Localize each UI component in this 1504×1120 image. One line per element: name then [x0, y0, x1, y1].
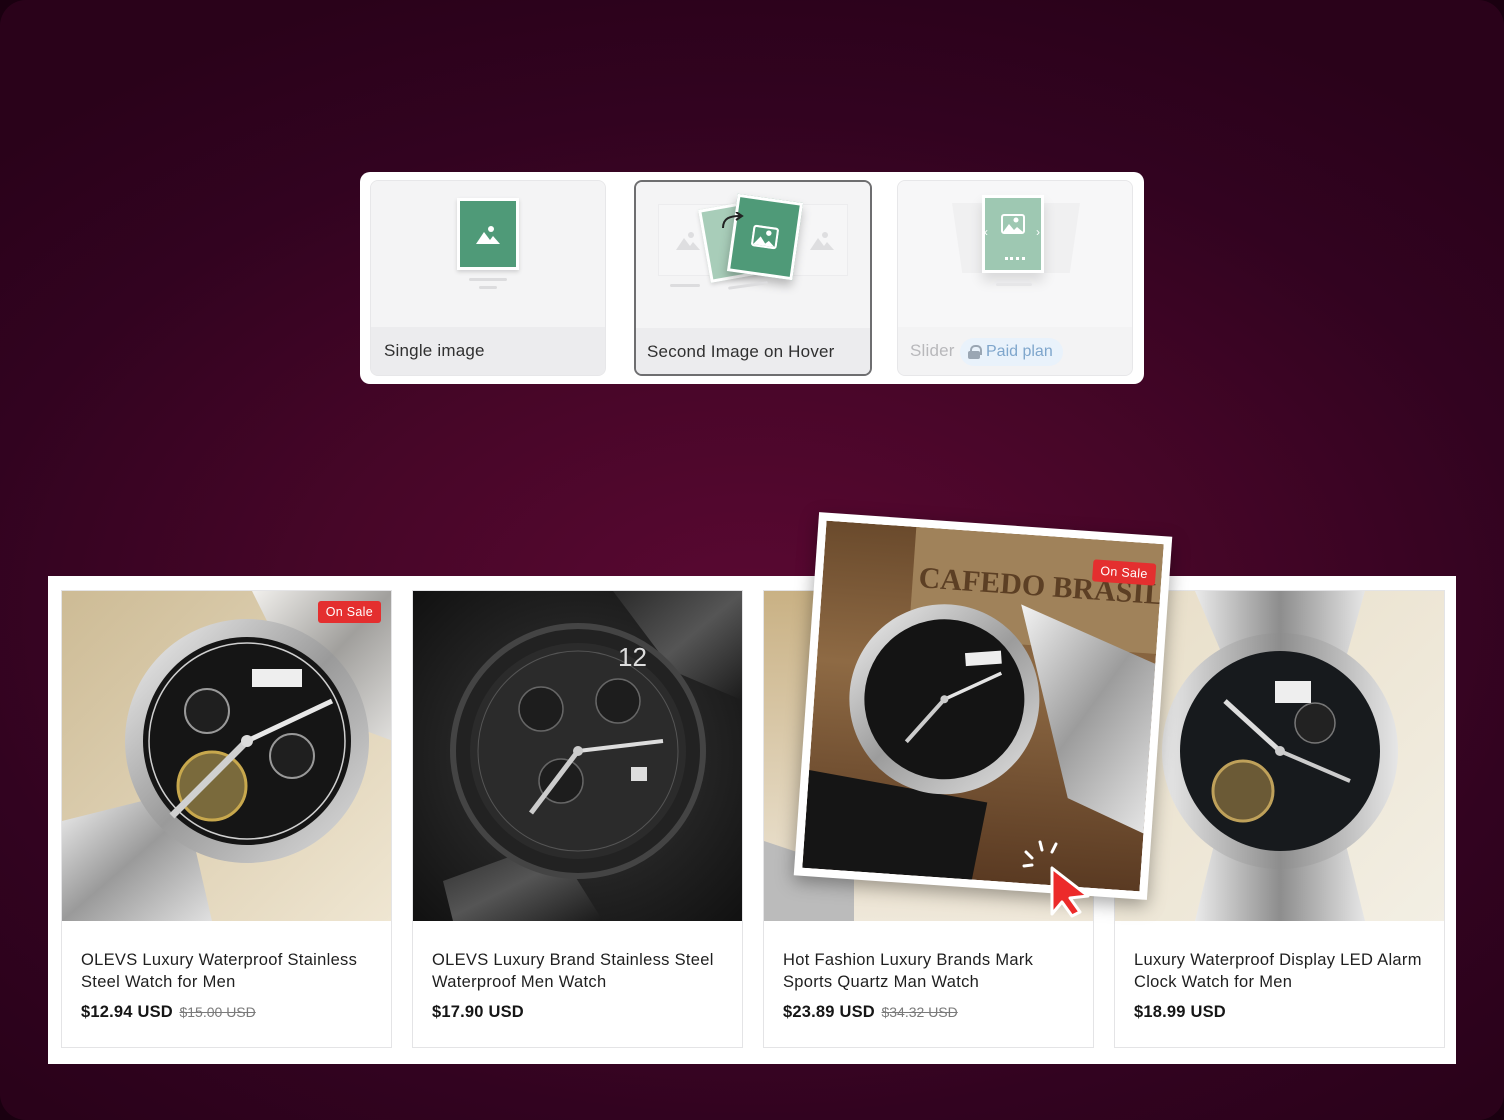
option-label: Slider [910, 341, 955, 360]
product-image[interactable]: 12 [413, 591, 742, 921]
product-card[interactable]: On Sale OLEVS Luxury Waterproof Stainles… [61, 590, 392, 1048]
swap-arrow-icon [722, 212, 744, 229]
product-title[interactable]: Luxury Waterproof Display LED Alarm Cloc… [1134, 949, 1434, 993]
product-old-price: $34.32 USD [881, 1004, 958, 1020]
product-card[interactable]: 12 OLEVS Luxury Brand Stainless Steel Wa… [412, 590, 743, 1048]
canvas: Single image Second Image on Hover ‹ › S… [0, 0, 1504, 1120]
svg-text:12: 12 [618, 642, 647, 672]
option-preview: ‹ › [898, 181, 1132, 327]
sale-badge: On Sale [1091, 559, 1157, 586]
option-preview [371, 181, 605, 327]
option-label: Single image [384, 341, 485, 360]
image-icon [982, 195, 1044, 273]
product-price: $12.94 USD [81, 1003, 173, 1021]
faint-image-icon [676, 232, 700, 250]
product-image[interactable]: On Sale [62, 591, 391, 921]
image-display-picker: Single image Second Image on Hover ‹ › S… [360, 172, 1144, 384]
option-preview [636, 182, 870, 328]
paid-plan-label: Paid plan [986, 343, 1053, 360]
product-old-price: $15.00 USD [179, 1004, 256, 1020]
price-row: $17.90 USD [432, 1003, 524, 1022]
click-cursor-icon [1022, 840, 1090, 918]
price-row: $12.94 USD $15.00 USD [81, 1003, 256, 1022]
image-icon [726, 193, 804, 281]
hover-second-image[interactable]: CAFEDO BRASIL On Sale [793, 512, 1173, 900]
product-price: $17.90 USD [432, 1003, 524, 1021]
option-label: Second Image on Hover [647, 342, 835, 361]
product-grid: On Sale OLEVS Luxury Waterproof Stainles… [48, 576, 1456, 1064]
slider-prev-icon: ‹ [984, 225, 988, 239]
product-title[interactable]: Hot Fashion Luxury Brands Mark Sports Qu… [783, 949, 1083, 993]
product-price: $23.89 USD [783, 1003, 875, 1021]
lock-icon [968, 345, 982, 359]
product-title[interactable]: OLEVS Luxury Waterproof Stainless Steel … [81, 949, 381, 993]
image-icon [457, 198, 519, 270]
sale-badge: On Sale [317, 601, 381, 623]
slider-next-icon: › [1036, 225, 1040, 239]
paid-plan-badge: Paid plan [960, 338, 1063, 366]
faint-image-icon [810, 232, 834, 250]
price-row: $23.89 USD $34.32 USD [783, 1003, 958, 1022]
option-single-image[interactable]: Single image [370, 180, 606, 376]
option-second-image-on-hover[interactable]: Second Image on Hover [634, 180, 872, 376]
product-price: $18.99 USD [1134, 1003, 1226, 1021]
price-row: $18.99 USD [1134, 1003, 1226, 1022]
product-title[interactable]: OLEVS Luxury Brand Stainless Steel Water… [432, 949, 732, 993]
option-slider: ‹ › Slider Paid plan [897, 180, 1133, 376]
